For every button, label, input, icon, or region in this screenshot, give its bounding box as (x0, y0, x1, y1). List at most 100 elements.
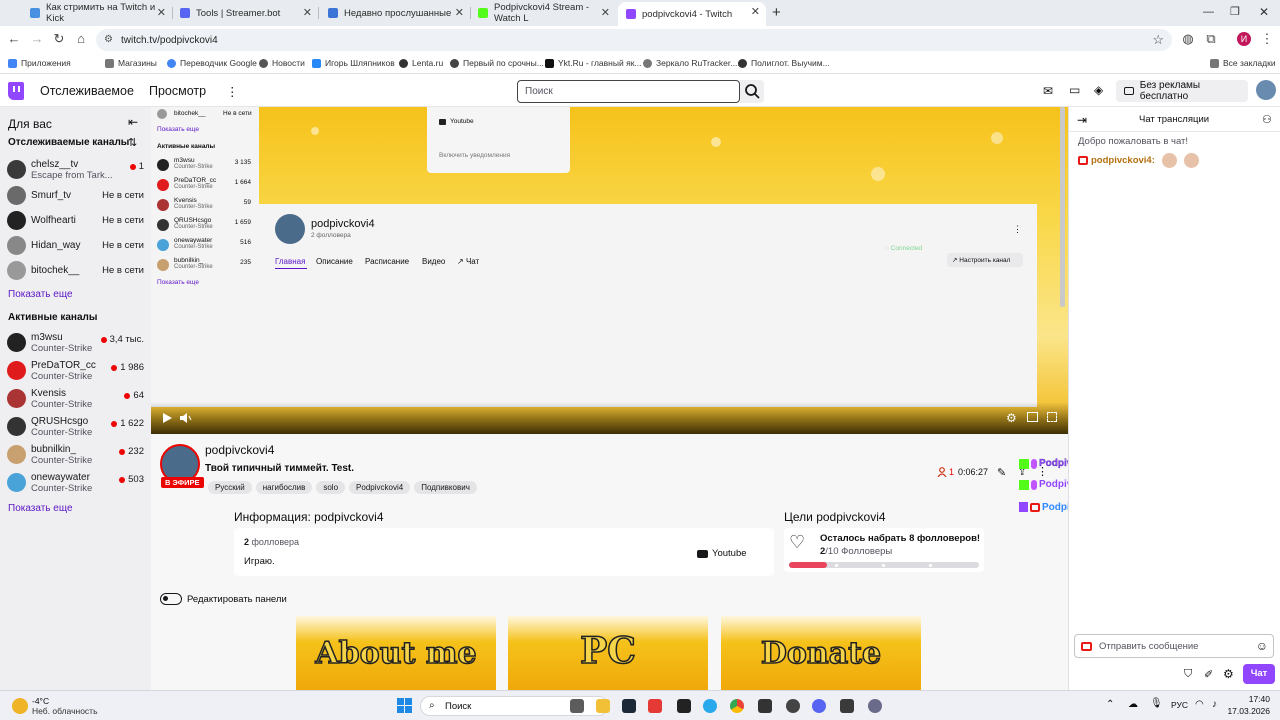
reload-icon[interactable]: ↻ (52, 32, 66, 46)
sidebar-channel[interactable]: Smurf_tv Не в сети (7, 184, 147, 208)
obs-icon[interactable] (786, 699, 800, 713)
forward-icon[interactable]: → (30, 32, 44, 46)
tab-close-icon[interactable]: ✕ (601, 6, 610, 19)
sidebar-channel[interactable]: chelsz__tv Escape from Tark... 1 (7, 158, 147, 182)
tab-close-icon[interactable]: ✕ (157, 6, 166, 19)
sidebar-channel[interactable]: bitochek__ Не в сети (7, 259, 147, 283)
tab-close-icon[interactable]: ✕ (455, 6, 464, 19)
search-input[interactable]: Поиск (517, 80, 740, 103)
yandex-icon[interactable] (648, 699, 662, 713)
address-bar[interactable]: ⚙ twitch.tv/podpivckovi4 ☆ (96, 29, 1172, 51)
play-icon[interactable] (161, 412, 173, 424)
menu-kebab-icon[interactable]: ⋮ (1260, 32, 1274, 46)
chrome-icon[interactable] (730, 699, 744, 713)
bookmark-item[interactable]: Магазины (105, 58, 157, 68)
telegram-icon[interactable] (703, 699, 717, 713)
wifi-icon[interactable]: ◠ (1195, 699, 1204, 710)
tag[interactable]: нагибослив (255, 481, 313, 494)
volume-icon[interactable]: ♪ (1212, 699, 1217, 710)
edit-pencil-icon[interactable]: ✎ (997, 466, 1006, 479)
minimize-button[interactable]: — (1203, 6, 1214, 18)
bookmark-item[interactable]: Игорь Шляпников (312, 58, 395, 68)
settings-gear-icon[interactable]: ⚙ (1006, 411, 1017, 425)
bookmark-item[interactable]: Lenta.ru (399, 58, 443, 68)
sidebar-channel[interactable]: Wolfhearti Не в сети (7, 209, 147, 233)
sidebar-channel[interactable]: onewaywater Counter-Strike 503 (7, 471, 147, 495)
translate-icon[interactable]: ◍ (1181, 32, 1195, 46)
fullscreen-icon[interactable] (1047, 412, 1057, 422)
app-icon[interactable] (840, 699, 854, 713)
tag[interactable]: Podpivckovi4 (349, 481, 411, 494)
tag[interactable]: Подпивкович (414, 481, 477, 494)
nav-browse[interactable]: Просмотр (149, 84, 206, 98)
prime-crown-icon[interactable]: ◈ (1094, 83, 1103, 97)
whispers-icon[interactable]: ▭ (1069, 83, 1080, 97)
collapse-chat-icon[interactable]: ⇥ (1077, 113, 1087, 127)
bookmark-star-icon[interactable]: ☆ (1152, 32, 1164, 48)
home-icon[interactable]: ⌂ (74, 32, 88, 46)
tag[interactable]: Русский (208, 481, 252, 494)
clock-time[interactable]: 17:40 (1225, 694, 1270, 704)
show-more-link[interactable]: Показать еще (8, 289, 73, 300)
bookmark-item[interactable]: Приложения (8, 58, 71, 68)
discord-icon[interactable] (812, 699, 826, 713)
bookmark-item[interactable]: Новости (259, 58, 305, 68)
panel-pc[interactable]: PC (508, 616, 708, 690)
browser-tab-active[interactable]: podpivckovi4 - Twitch ✕ (618, 2, 766, 26)
new-tab-button[interactable]: + (772, 4, 781, 21)
cloud-icon[interactable]: ☁ (1128, 699, 1138, 710)
search-button[interactable] (740, 80, 764, 103)
all-bookmarks[interactable]: Все закладки (1210, 58, 1276, 68)
steam-icon[interactable] (622, 699, 636, 713)
sidebar-channel[interactable]: Kvensis Counter-Strike 64 (7, 387, 147, 411)
turbo-no-ads-button[interactable]: Без рекламы бесплатно (1116, 80, 1248, 102)
tools-icon[interactable]: ✐ (1204, 668, 1213, 681)
extensions-icon[interactable]: ⧉ (1204, 32, 1218, 46)
back-icon[interactable]: ← (7, 32, 21, 46)
sidebar-channel[interactable]: m3wsu Counter-Strike 3,4 тыс. (7, 331, 147, 355)
app-icon[interactable] (868, 699, 882, 713)
mic-icon[interactable]: 🎙 (1150, 698, 1163, 709)
taskview-icon[interactable] (570, 699, 584, 713)
bookmark-item[interactable]: Переводчик Google (167, 58, 257, 68)
panel-about-me[interactable]: About me (296, 616, 496, 690)
more-kebab-icon[interactable]: ⋮ (226, 84, 239, 99)
emoji-icon[interactable]: ☺ (1256, 639, 1268, 653)
close-window-button[interactable]: ✕ (1259, 5, 1269, 19)
site-info-icon[interactable]: ⚙ (104, 34, 113, 45)
inbox-icon[interactable]: ✉ (1043, 84, 1053, 98)
bookmark-item[interactable]: Полиглот. Выучим... (738, 58, 830, 68)
windows-start-icon[interactable] (397, 698, 412, 713)
chat-input[interactable]: Отправить сообщение ☺ (1074, 634, 1274, 658)
tag[interactable]: solo (316, 481, 346, 494)
sidebar-channel[interactable]: bubnilkin_ Counter-Strike 232 (7, 443, 147, 467)
youtube-link[interactable]: Youtube (697, 548, 747, 559)
sidebar-channel[interactable]: Hidan_way Не в сети (7, 234, 147, 258)
bookmark-item[interactable]: Зеркало RuTracker.... (643, 58, 740, 68)
explorer-icon[interactable] (596, 699, 610, 713)
tab-close-icon[interactable]: ✕ (303, 6, 312, 19)
volume-icon[interactable] (179, 412, 192, 424)
channel-name[interactable]: podpivckovi4 (205, 443, 274, 457)
bookmark-item[interactable]: Ykt.Ru - главный як... (545, 58, 642, 68)
video-player[interactable]: bitochek__ Не в сети Показать еще Активн… (151, 107, 1068, 434)
profile-avatar[interactable]: И (1237, 32, 1251, 46)
browser-tab[interactable]: Tools | Streamer.bot ✕ (172, 3, 318, 23)
sidebar-channel[interactable]: PreDaTOR_cc Counter-Strike 1 986 (7, 359, 147, 383)
edit-panels-toggle[interactable] (160, 593, 182, 605)
maximize-button[interactable]: ❐ (1230, 5, 1240, 18)
browser-tab[interactable]: Недавно прослушанные ✕ (320, 3, 470, 23)
epic-games-icon[interactable] (758, 699, 772, 713)
community-icon[interactable]: ⚇ (1262, 113, 1272, 126)
sidebar-channel[interactable]: QRUSHcsgo Counter-Strike 1 622 (7, 415, 147, 439)
shield-icon[interactable]: ⛉ (1184, 668, 1192, 681)
weather-icon[interactable] (12, 698, 28, 714)
chat-settings-gear-icon[interactable]: ⚙ (1223, 667, 1234, 681)
tray-chevron-icon[interactable]: ⌃ (1106, 699, 1114, 710)
user-avatar[interactable] (1256, 80, 1276, 100)
tab-close-icon[interactable]: ✕ (751, 5, 760, 18)
sort-icon[interactable]: ⇅ (128, 136, 137, 149)
send-chat-button[interactable]: Чат (1243, 664, 1275, 684)
bookmark-item[interactable]: Первый по срочны... (450, 58, 544, 68)
show-more-link[interactable]: Показать еще (8, 503, 73, 514)
